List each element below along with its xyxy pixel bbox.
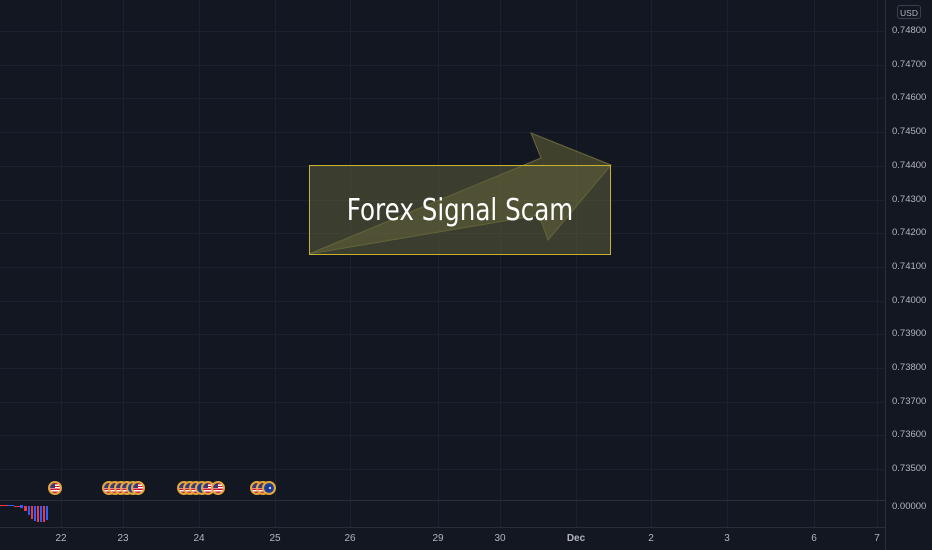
price-tick-label: 0.74800 (892, 25, 927, 36)
date-tick-label: 3 (724, 533, 730, 544)
date-tick-label: 24 (193, 533, 205, 544)
indicator-bar (31, 506, 33, 519)
indicator-bar (28, 506, 30, 515)
event-marker-us-flag-icon[interactable] (131, 481, 145, 495)
annotation-text[interactable]: Forex Signal Scam (336, 165, 584, 255)
price-tick-label: 0.74400 (892, 160, 927, 171)
indicator-bar (24, 506, 27, 511)
currency-label[interactable]: USD (897, 5, 921, 19)
indicator-bar (34, 506, 36, 521)
price-tick-label: 0.73600 (892, 429, 927, 440)
indicator-bar (40, 506, 42, 522)
price-tick-label: 0.74600 (892, 92, 927, 103)
indicator-bar (37, 506, 39, 522)
price-tick-label: 0.73800 (892, 362, 927, 373)
event-marker-us-flag-icon[interactable] (211, 481, 225, 495)
date-tick-label: 2 (648, 533, 654, 544)
date-tick-label: 23 (117, 533, 129, 544)
price-tick-label: 0.73700 (892, 396, 927, 407)
price-tick-label: 0.74300 (892, 194, 927, 205)
price-tick-label: 0.74700 (892, 59, 927, 70)
date-tick-label: 22 (55, 533, 67, 544)
event-marker-au-flag-icon[interactable] (262, 481, 276, 495)
chart-area[interactable]: Forex Signal Scam 22 23 24 25 26 29 30 Dec 2 3 6 7 … (0, 0, 932, 550)
date-tick-label: 25 (269, 533, 281, 544)
price-tick-label: 0.74100 (892, 261, 927, 272)
indicator-bar (46, 506, 48, 520)
indicator-tick-label: 0.00000 (892, 501, 927, 512)
indicator-bar (43, 506, 45, 522)
us-flag-icon (50, 483, 60, 493)
price-tick-label: 0.74200 (892, 227, 927, 238)
price-tick-label: 0.73900 (892, 328, 927, 339)
indicator-bar (0, 505, 8, 506)
price-tick-label: 0.74000 (892, 295, 927, 306)
date-tick-label: 29 (432, 533, 444, 544)
pane-separator[interactable] (0, 500, 885, 501)
us-flag-icon (213, 483, 223, 493)
au-flag-icon (264, 483, 274, 493)
price-tick-label: 0.74500 (892, 126, 927, 137)
indicator-bar (20, 505, 23, 508)
us-flag-icon (133, 483, 143, 493)
date-tick-label: 6 (811, 533, 817, 544)
date-tick-label: Dec (566, 533, 586, 544)
price-tick-label: 0.73500 (892, 463, 927, 474)
date-tick-label: 30 (494, 533, 506, 544)
event-marker-us-flag-icon[interactable] (48, 481, 62, 495)
date-tick-label: 26 (344, 533, 356, 544)
